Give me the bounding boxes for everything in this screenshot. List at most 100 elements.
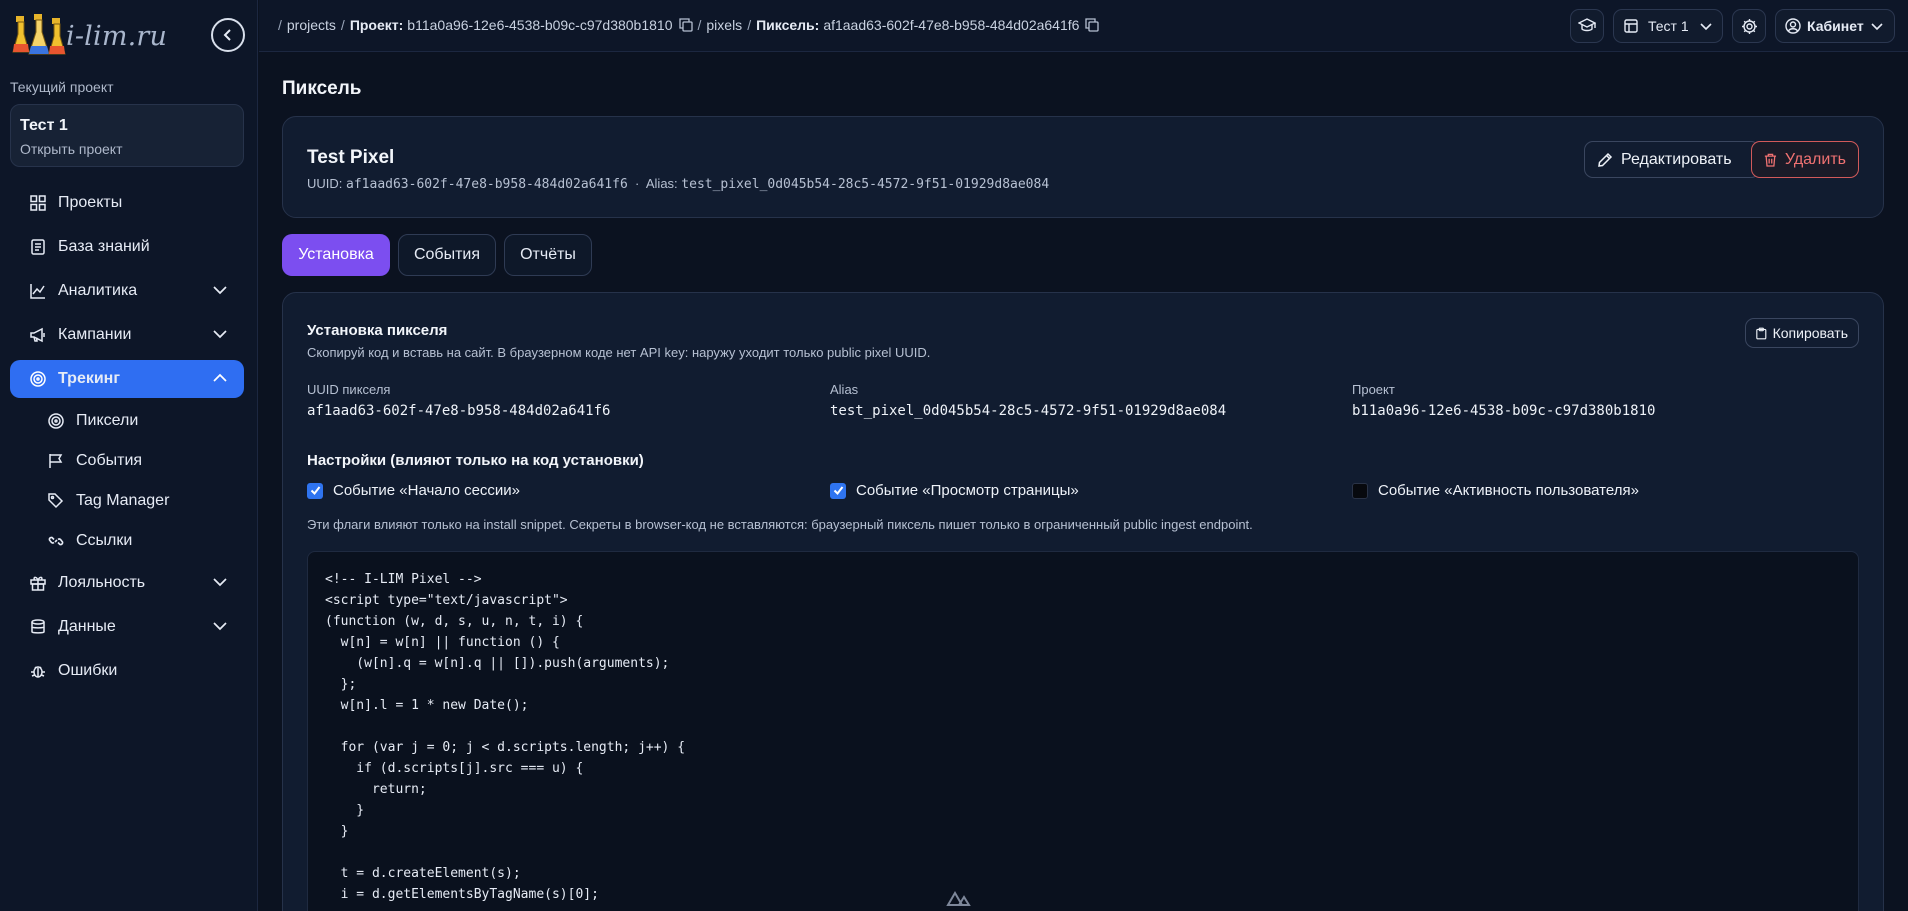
checkbox-page-view[interactable]: Событие «Просмотр страницы» — [830, 482, 1079, 499]
gift-icon — [28, 573, 48, 593]
pixel-meta: UUID: af1aad63-602f-47e8-b958-484d02a641… — [307, 176, 1049, 192]
target-icon — [46, 411, 66, 431]
sidebar-item-label: База знаний — [58, 238, 150, 255]
sidebar-subitem-tag-manager[interactable]: Tag Manager — [28, 484, 244, 518]
cabinet-menu-button[interactable]: Кабинет — [1775, 9, 1895, 43]
breadcrumb-pixel-label: Пиксель: — [756, 17, 820, 33]
megaphone-icon — [28, 325, 48, 345]
breadcrumb-project-id[interactable]: b11a0a96-12e6-4538-b09c-c97d380b1810 — [407, 17, 672, 33]
tab-events[interactable]: События — [398, 234, 496, 276]
sidebar-subitem-events[interactable]: События — [28, 444, 244, 478]
field-value-project: b11a0a96-12e6-4538-b09c-c97d380b1810 — [1352, 403, 1656, 419]
checkbox-label: Событие «Начало сессии» — [333, 482, 521, 499]
chevron-down-icon — [213, 578, 227, 587]
field-label-project: Проект — [1352, 382, 1395, 397]
breadcrumb-pixel-id[interactable]: af1aad63-602f-47e8-b958-484d02a641f6 — [823, 17, 1079, 33]
sidebar-item-label: Данные — [58, 618, 116, 635]
delete-button-label: Удалить — [1784, 150, 1846, 168]
link-icon — [46, 531, 66, 551]
field-value-alias: test_pixel_0d045b54-28c5-4572-9f51-01929… — [830, 403, 1227, 419]
field-value-uuid: af1aad63-602f-47e8-b958-484d02a641f6 — [307, 403, 611, 419]
alias-value: test_pixel_0d045b54-28c5-4572-9f51-01929… — [681, 177, 1050, 192]
settings-button[interactable] — [1732, 9, 1766, 43]
copy-icon[interactable] — [678, 18, 693, 32]
breadcrumb-projects[interactable]: projects — [287, 17, 336, 33]
sidebar-item-campaigns[interactable]: Кампании — [10, 316, 244, 354]
sidebar-subitem-links[interactable]: Ссылки — [28, 524, 244, 558]
pixel-name: Test Pixel — [307, 147, 395, 168]
sidebar-item-tracking[interactable]: Трекинг — [10, 360, 244, 398]
check-icon — [833, 486, 843, 496]
uuid-label: UUID: — [307, 176, 343, 191]
breadcrumb-separator: / — [697, 17, 702, 33]
project-name: Тест 1 — [20, 117, 68, 134]
sidebar-item-projects[interactable]: Проекты — [10, 184, 244, 222]
gear-icon — [1741, 18, 1757, 34]
clipboard-icon — [1756, 327, 1767, 339]
tab-reports[interactable]: Отчёты — [504, 234, 592, 276]
install-description: Скопируй код и вставь на сайт. В браузер… — [307, 345, 931, 360]
sidebar-item-errors[interactable]: Ошибки — [10, 652, 244, 690]
bug-icon — [28, 661, 48, 681]
meta-separator: · — [631, 176, 643, 191]
chart-line-icon — [28, 281, 48, 301]
collapse-sidebar-button[interactable] — [211, 18, 245, 52]
checkbox-user-activity[interactable]: Событие «Активность пользователя» — [1352, 482, 1639, 499]
checkbox-session-start[interactable]: Событие «Начало сессии» — [307, 482, 520, 499]
sidebar-item-label: Кампании — [58, 326, 132, 343]
sidebar-item-label: Ошибки — [58, 662, 118, 679]
topbar: / projects / Проект: b11a0a96-12e6-4538-… — [259, 0, 1908, 52]
sidebar-item-analytics[interactable]: Аналитика — [10, 272, 244, 310]
sidebar: i-lim.ru Текущий проект Тест 1 Открыть п… — [0, 0, 258, 911]
sidebar-item-label: Аналитика — [58, 282, 138, 299]
checkbox-checked[interactable] — [307, 482, 323, 499]
uuid-value: af1aad63-602f-47e8-b958-484d02a641f6 — [346, 177, 628, 192]
flag-icon — [46, 451, 66, 471]
breadcrumb-pixels[interactable]: pixels — [706, 17, 742, 33]
sidebar-item-label: Лояльность — [58, 574, 146, 591]
project-icon — [1624, 19, 1638, 33]
tracking-submenu: Пиксели События Tag Manager Ссылки — [10, 404, 244, 558]
settings-title: Настройки (влияют только на код установк… — [307, 452, 644, 469]
chevron-down-icon — [213, 330, 227, 339]
sidebar-item-knowledge-base[interactable]: База знаний — [10, 228, 244, 266]
tags-icon — [46, 491, 66, 511]
page-title: Пиксель — [282, 78, 362, 99]
current-project-card[interactable]: Тест 1 Открыть проект — [10, 104, 244, 167]
sidebar-subitem-pixels[interactable]: Пиксели — [28, 404, 244, 438]
chevron-down-icon — [1871, 23, 1883, 31]
checkbox-label: Событие «Просмотр страницы» — [856, 482, 1079, 499]
logo[interactable]: i-lim.ru — [12, 12, 167, 60]
user-circle-icon — [1785, 18, 1801, 34]
sidebar-item-label: Tag Manager — [76, 492, 170, 509]
sidebar-nav: Проекты База знаний Аналитика Кампании Т… — [10, 184, 244, 696]
tab-install[interactable]: Установка — [282, 234, 390, 276]
field-label-alias: Alias — [830, 382, 859, 397]
edit-button[interactable]: Редактировать — [1584, 141, 1760, 178]
project-select[interactable]: Тест 1 — [1613, 9, 1723, 43]
field-label-uuid: UUID пикселя — [307, 382, 391, 397]
project-select-value: Тест 1 — [1648, 18, 1689, 34]
edit-button-label: Редактировать — [1621, 150, 1732, 168]
database-icon — [28, 617, 48, 637]
copy-button-label: Копировать — [1772, 325, 1848, 341]
checkbox-unchecked[interactable] — [1352, 482, 1368, 499]
copy-code-button[interactable]: Копировать — [1745, 318, 1859, 348]
code-text: <!-- I-LIM Pixel --> <script type="text/… — [325, 572, 686, 902]
flask-logo-icon — [12, 14, 66, 55]
install-title: Установка пикселя — [307, 322, 448, 339]
sidebar-item-label: События — [76, 452, 143, 469]
copy-icon[interactable] — [1085, 18, 1100, 32]
code-snippet[interactable]: <!-- I-LIM Pixel --> <script type="text/… — [307, 551, 1859, 911]
check-icon — [310, 486, 320, 496]
delete-button[interactable]: Удалить — [1751, 141, 1859, 178]
sidebar-item-loyalty[interactable]: Лояльность — [10, 564, 244, 602]
sidebar-item-data[interactable]: Данные — [10, 608, 244, 646]
checkbox-label: Событие «Активность пользователя» — [1378, 482, 1639, 499]
open-project-link[interactable]: Открыть проект — [20, 141, 234, 157]
checkbox-checked[interactable] — [830, 482, 846, 499]
cabinet-label: Кабинет — [1807, 18, 1864, 34]
learning-button[interactable] — [1570, 9, 1604, 43]
logo-text: i-lim.ru — [66, 20, 168, 52]
breadcrumb: / projects / Проект: b11a0a96-12e6-4538-… — [273, 17, 1100, 33]
